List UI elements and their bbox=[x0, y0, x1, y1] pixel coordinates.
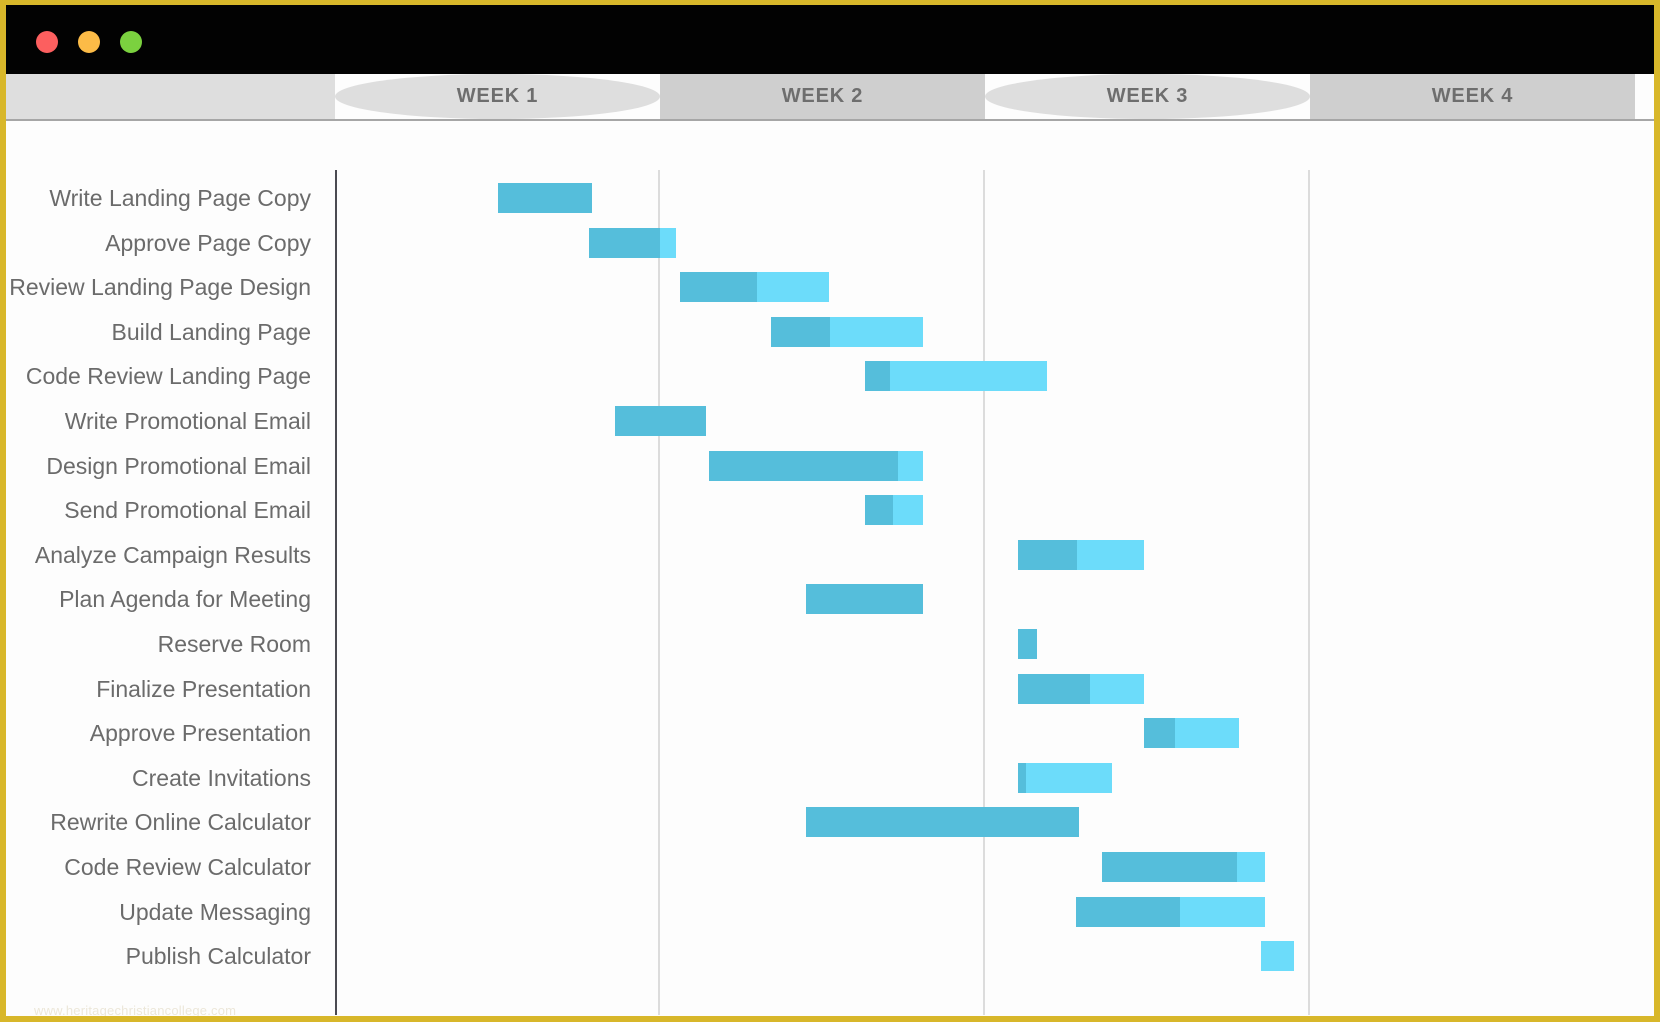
task-label: Design Promotional Email bbox=[46, 452, 311, 479]
task-label: Send Promotional Email bbox=[64, 497, 311, 524]
task-bar-remaining bbox=[890, 361, 1047, 392]
task-bar-remaining bbox=[1261, 941, 1294, 972]
timeline-header-week-4: WEEK 4 bbox=[1310, 74, 1635, 119]
task-bar-progress bbox=[614, 406, 706, 436]
task-row[interactable]: Design Promotional Email bbox=[6, 444, 1654, 489]
task-row[interactable]: Rewrite Online Calculator bbox=[6, 800, 1654, 845]
task-row[interactable]: Review Landing Page Design bbox=[6, 265, 1654, 310]
task-row[interactable]: Publish Calculator bbox=[6, 934, 1654, 979]
task-bar-remaining bbox=[660, 227, 677, 258]
task-bar-remaining bbox=[1236, 852, 1265, 882]
task-row[interactable]: Finalize Presentation bbox=[6, 667, 1654, 712]
task-bar[interactable] bbox=[770, 316, 924, 347]
task-label: Write Landing Page Copy bbox=[49, 185, 311, 211]
timeline-header-week-2: WEEK 2 bbox=[660, 74, 985, 119]
task-label: Code Review Landing Page bbox=[25, 363, 311, 390]
task-label: Analyze Campaign Results bbox=[34, 541, 311, 568]
task-bar[interactable] bbox=[588, 227, 677, 258]
task-bar-progress bbox=[806, 807, 1080, 838]
task-bar[interactable] bbox=[864, 495, 924, 526]
task-bar-remaining bbox=[1025, 762, 1112, 793]
task-bar-remaining bbox=[1077, 539, 1145, 570]
task-bar-progress bbox=[806, 584, 924, 615]
task-bar[interactable] bbox=[497, 183, 592, 213]
task-bar-progress bbox=[588, 227, 661, 258]
task-label: Reserve Room bbox=[157, 631, 311, 657]
task-label: Plan Agenda for Meeting bbox=[59, 586, 311, 613]
task-label: Rewrite Online Calculator bbox=[50, 809, 311, 836]
task-bar[interactable] bbox=[1261, 941, 1294, 972]
task-label: Publish Calculator bbox=[125, 943, 311, 970]
gantt-chart-window: WEEK 1 WEEK 2 WEEK 3 WEEK 4 Write Landing P… bbox=[0, 0, 1660, 1022]
timeline-header-week-3: WEEK 3 bbox=[985, 74, 1310, 119]
task-bar[interactable] bbox=[806, 807, 1080, 838]
task-bar-remaining bbox=[1179, 896, 1265, 927]
task-row[interactable]: Write Landing Page Copy bbox=[6, 176, 1654, 221]
window-titlebar bbox=[6, 5, 1654, 74]
task-label: Finalize Presentation bbox=[96, 675, 311, 702]
task-bar-progress bbox=[1102, 852, 1237, 882]
task-label: Create Invitations bbox=[132, 764, 311, 791]
gantt-chart-body: Write Landing Page Copy Approve Page Copy… bbox=[6, 123, 1654, 1016]
task-row[interactable]: Build Landing Page bbox=[6, 310, 1654, 355]
task-bar[interactable] bbox=[1102, 852, 1265, 882]
task-bar-progress bbox=[1076, 896, 1180, 927]
task-rows: Write Landing Page Copy Approve Page Copy… bbox=[6, 123, 1654, 1016]
task-bar[interactable] bbox=[1144, 718, 1239, 749]
task-row[interactable]: Reserve Room bbox=[6, 622, 1654, 667]
task-row[interactable]: Create Invitations bbox=[6, 756, 1654, 801]
task-label: Review Landing Page Design bbox=[9, 274, 311, 301]
task-bar[interactable] bbox=[1017, 762, 1112, 793]
close-button[interactable] bbox=[36, 31, 58, 53]
task-bar[interactable] bbox=[614, 406, 706, 436]
task-label: Build Landing Page bbox=[111, 318, 312, 345]
task-bar-progress bbox=[1017, 629, 1037, 659]
task-label: Code Review Calculator bbox=[64, 854, 311, 880]
timeline-header: WEEK 1 WEEK 2 WEEK 3 WEEK 4 bbox=[6, 74, 1654, 121]
task-bar-progress bbox=[1144, 718, 1176, 749]
task-row[interactable]: Write Promotional Email bbox=[6, 399, 1654, 444]
task-row[interactable]: Plan Agenda for Meeting bbox=[6, 577, 1654, 622]
task-bar-remaining bbox=[897, 450, 924, 481]
task-row[interactable]: Code Review Landing Page bbox=[6, 354, 1654, 399]
task-label: Write Promotional Email bbox=[64, 408, 311, 434]
task-bar[interactable] bbox=[864, 361, 1047, 392]
task-bar-progress bbox=[1017, 539, 1078, 570]
window-controls bbox=[36, 31, 142, 53]
task-row[interactable]: Approve Presentation bbox=[6, 711, 1654, 756]
task-row[interactable]: Approve Page Copy bbox=[6, 221, 1654, 266]
task-bar[interactable] bbox=[708, 450, 924, 481]
zoom-button[interactable] bbox=[120, 31, 142, 53]
task-bar-remaining bbox=[1175, 718, 1239, 749]
task-bar-progress bbox=[497, 183, 592, 213]
task-bar[interactable] bbox=[1076, 896, 1265, 927]
task-bar-remaining bbox=[1089, 673, 1145, 704]
task-bar[interactable] bbox=[806, 584, 924, 615]
task-row[interactable]: Update Messaging bbox=[6, 890, 1654, 935]
task-bar-progress bbox=[1017, 673, 1090, 704]
task-bar-progress bbox=[864, 495, 893, 526]
task-bar-progress bbox=[708, 450, 898, 481]
task-bar-remaining bbox=[757, 272, 829, 303]
task-bar-remaining bbox=[892, 495, 924, 526]
task-bar[interactable] bbox=[1017, 673, 1145, 704]
task-label: Update Messaging bbox=[119, 898, 311, 925]
task-label: Approve Page Copy bbox=[105, 229, 311, 256]
timeline-header-week-1: WEEK 1 bbox=[335, 74, 660, 119]
task-bar[interactable] bbox=[1017, 539, 1145, 570]
task-bar[interactable] bbox=[679, 272, 829, 303]
task-bar-progress bbox=[1017, 762, 1026, 793]
task-bar-remaining bbox=[830, 316, 924, 347]
task-row[interactable]: Code Review Calculator bbox=[6, 845, 1654, 890]
task-bar-progress bbox=[679, 272, 758, 303]
task-bar-progress bbox=[864, 361, 891, 392]
timeline-header-spacer bbox=[6, 74, 335, 119]
task-row[interactable]: Analyze Campaign Results bbox=[6, 533, 1654, 578]
minimize-button[interactable] bbox=[78, 31, 100, 53]
task-label: Approve Presentation bbox=[89, 720, 311, 747]
task-row[interactable]: Send Promotional Email bbox=[6, 488, 1654, 533]
task-bar[interactable] bbox=[1017, 629, 1037, 659]
task-bar-progress bbox=[770, 316, 831, 347]
